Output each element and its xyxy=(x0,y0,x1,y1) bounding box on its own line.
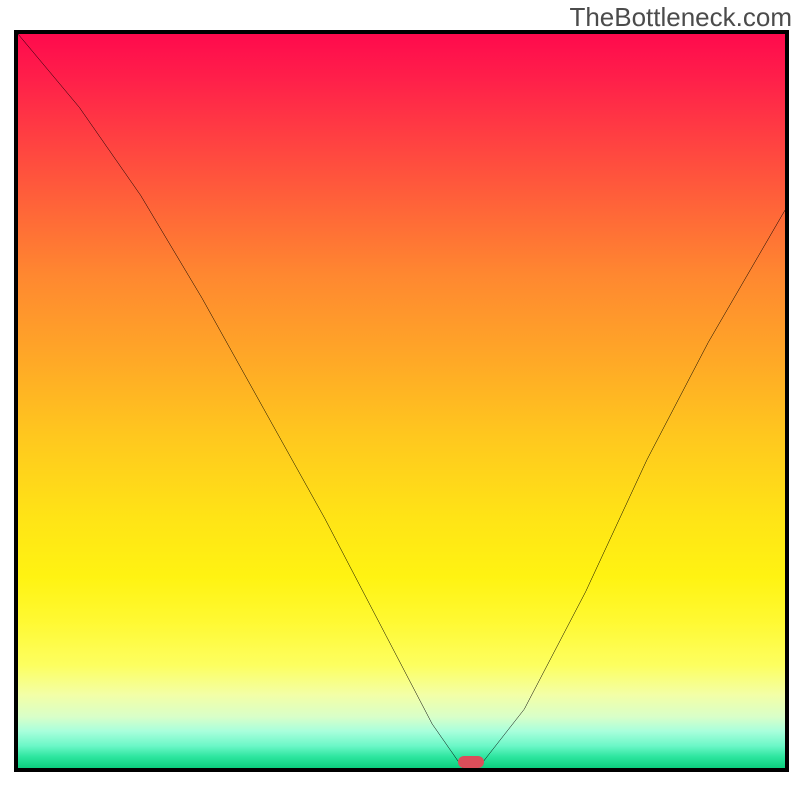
plot-area xyxy=(14,30,789,772)
bottleneck-curve xyxy=(18,34,785,768)
optimal-point-marker xyxy=(458,756,484,768)
chart-container: TheBottleneck.com xyxy=(0,0,800,800)
watermark-text: TheBottleneck.com xyxy=(569,2,792,33)
